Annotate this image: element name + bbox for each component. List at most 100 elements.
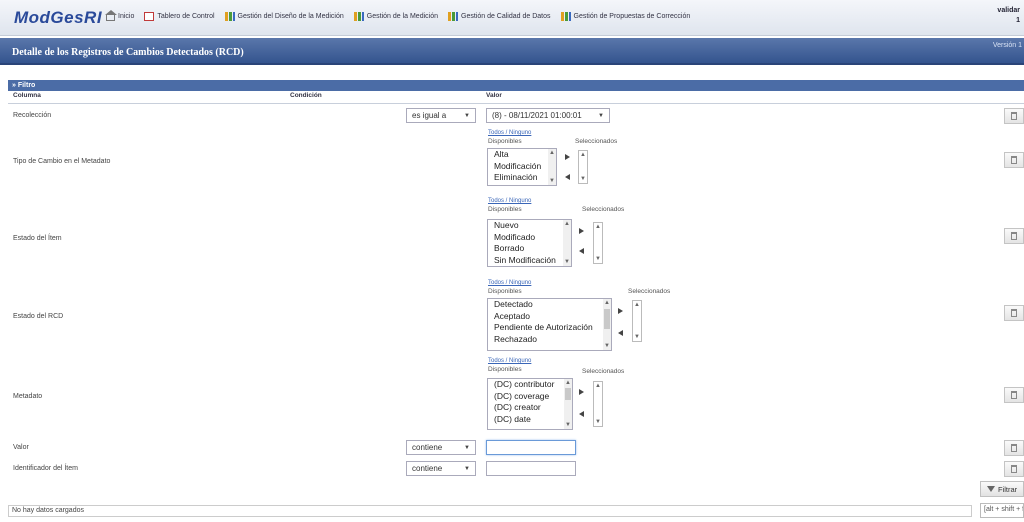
- available-label: Disponibles: [488, 206, 522, 213]
- clear-metadato-button[interactable]: [1004, 387, 1024, 403]
- move-left-button[interactable]: [576, 246, 586, 256]
- list-item[interactable]: (DC) creator: [488, 402, 572, 414]
- clear-valor-button[interactable]: [1004, 440, 1024, 456]
- username: validar: [997, 7, 1020, 14]
- identificador-input[interactable]: [486, 461, 576, 476]
- list-item[interactable]: (DC) date: [488, 414, 572, 426]
- scroll-down-icon[interactable]: ▼: [603, 342, 611, 350]
- column-header-columna: Columna: [13, 92, 41, 99]
- scrollbar[interactable]: ▲ ▼: [564, 379, 572, 429]
- scroll-up-icon[interactable]: ▲: [563, 220, 571, 228]
- nav-item-diseno[interactable]: Gestión del Diseño de la Medición: [224, 12, 344, 21]
- version-label: Versión 1: [992, 42, 1022, 49]
- scroll-down-icon[interactable]: ▼: [594, 419, 602, 425]
- scroll-down-icon[interactable]: ▼: [594, 256, 602, 262]
- select-all-none-link[interactable]: Todos / Ninguno: [488, 198, 531, 204]
- row-label-estado-item: Estado del Ítem: [13, 235, 62, 242]
- move-right-button[interactable]: [615, 306, 625, 316]
- scrollbar[interactable]: ▲ ▼: [603, 299, 611, 350]
- available-list-estado-item[interactable]: Nuevo Modificado Borrado Sin Modificació…: [487, 219, 572, 267]
- scroll-up-icon[interactable]: ▲: [594, 383, 602, 389]
- clear-estado-item-button[interactable]: [1004, 228, 1024, 244]
- valor-input[interactable]: [486, 440, 576, 455]
- scroll-down-icon[interactable]: ▼: [548, 177, 556, 185]
- select-all-none-link[interactable]: Todos / Ninguno: [488, 130, 531, 136]
- list-item[interactable]: Pendiente de Autorización: [488, 322, 611, 334]
- scrollbar[interactable]: ▲ ▼: [548, 149, 556, 185]
- nav-item-propuestas[interactable]: Gestión de Propuestas de Corrección: [560, 12, 690, 21]
- nav-item-tablero[interactable]: Tablero de Control: [144, 12, 215, 21]
- condition-select-valor[interactable]: contiene ▼: [406, 440, 476, 455]
- available-list-tipo-cambio[interactable]: Alta Modificación Eliminación ▲ ▼: [487, 148, 557, 186]
- list-item[interactable]: Detectado: [488, 299, 611, 311]
- trash-icon: [1011, 391, 1017, 399]
- move-right-button[interactable]: [576, 226, 586, 236]
- list-item[interactable]: Borrado: [488, 243, 571, 255]
- clear-recoleccion-button[interactable]: [1004, 108, 1024, 124]
- scroll-down-icon[interactable]: ▼: [563, 258, 571, 266]
- nav-item-calidad[interactable]: Gestión de Calidad de Datos: [448, 12, 551, 21]
- move-left-button[interactable]: [615, 328, 625, 338]
- column-header-valor: Valor: [486, 92, 502, 99]
- condition-select-identificador[interactable]: contiene ▼: [406, 461, 476, 476]
- page-title: Detalle de los Registros de Cambios Dete…: [12, 47, 244, 58]
- nav-item-label: Gestión de Calidad de Datos: [461, 13, 551, 20]
- filter-button[interactable]: Filtrar: [980, 481, 1024, 497]
- clear-identificador-button[interactable]: [1004, 461, 1024, 477]
- scroll-thumb[interactable]: [604, 309, 610, 329]
- select-all-none-link[interactable]: Todos / Ninguno: [488, 358, 531, 364]
- nav-item-inicio[interactable]: Inicio: [105, 10, 134, 21]
- nav-item-medicion[interactable]: Gestión de la Medición: [353, 12, 438, 21]
- top-navigation-bar: ModGesRI Inicio Tablero de Control Gesti…: [0, 0, 1024, 36]
- scroll-up-icon[interactable]: ▲: [564, 379, 572, 387]
- condition-select-recoleccion[interactable]: es igual a ▼: [406, 108, 476, 123]
- available-list-estado-rcd[interactable]: Detectado Aceptado Pendiente de Autoriza…: [487, 298, 612, 351]
- selected-list-estado-item[interactable]: ▲ ▼: [593, 222, 603, 264]
- chart-icon: [560, 12, 571, 21]
- move-right-button[interactable]: [562, 152, 572, 162]
- arrow-right-icon: [578, 228, 584, 234]
- scroll-down-icon[interactable]: ▼: [564, 421, 572, 429]
- user-info[interactable]: validar 1: [997, 6, 1020, 26]
- list-item[interactable]: (DC) contributor: [488, 379, 572, 391]
- scroll-down-icon[interactable]: ▼: [579, 176, 587, 182]
- move-left-button[interactable]: [562, 172, 572, 182]
- available-label: Disponibles: [488, 288, 522, 295]
- arrow-left-icon: [564, 174, 570, 180]
- move-left-button[interactable]: [576, 409, 586, 419]
- list-item[interactable]: (DC) coverage: [488, 391, 572, 403]
- move-right-button[interactable]: [576, 387, 586, 397]
- list-item[interactable]: Modificación: [488, 161, 556, 173]
- row-label-estado-rcd: Estado del RCD: [13, 313, 64, 320]
- scroll-up-icon[interactable]: ▲: [633, 302, 641, 308]
- available-list-metadato[interactable]: (DC) contributor (DC) coverage (DC) crea…: [487, 378, 573, 430]
- scrollbar[interactable]: ▲ ▼: [563, 220, 571, 266]
- list-item[interactable]: Rechazado: [488, 334, 611, 346]
- list-item[interactable]: Sin Modificación: [488, 255, 571, 267]
- arrow-right-icon: [564, 154, 570, 160]
- value-select-recoleccion[interactable]: (8) - 08/11/2021 01:00:01 ▼: [486, 108, 610, 123]
- selected-label: Seleccionados: [575, 138, 618, 145]
- clear-tipo-cambio-button[interactable]: [1004, 152, 1024, 168]
- list-item[interactable]: Eliminación: [488, 172, 556, 184]
- arrow-right-icon: [617, 308, 623, 314]
- list-item[interactable]: Aceptado: [488, 311, 611, 323]
- list-item[interactable]: Nuevo: [488, 220, 571, 232]
- list-item[interactable]: Alta: [488, 149, 556, 161]
- scroll-down-icon[interactable]: ▼: [633, 334, 641, 340]
- selected-list-metadato[interactable]: ▲ ▼: [593, 381, 603, 427]
- clear-estado-rcd-button[interactable]: [1004, 305, 1024, 321]
- scroll-up-icon[interactable]: ▲: [548, 149, 556, 157]
- list-item[interactable]: Modificado: [488, 232, 571, 244]
- scroll-thumb[interactable]: [565, 388, 571, 400]
- selected-label: Seleccionados: [582, 206, 625, 213]
- select-all-none-link[interactable]: Todos / Ninguno: [488, 280, 531, 286]
- scroll-up-icon[interactable]: ▲: [603, 299, 611, 307]
- filter-section-header[interactable]: » Filtro: [8, 80, 1024, 91]
- scroll-up-icon[interactable]: ▲: [594, 224, 602, 230]
- nav-item-label: Gestión del Diseño de la Medición: [237, 13, 344, 20]
- selected-list-estado-rcd[interactable]: ▲ ▼: [632, 300, 642, 342]
- selected-list-tipo-cambio[interactable]: ▲ ▼: [578, 150, 588, 184]
- app-logo[interactable]: ModGesRI: [14, 8, 102, 28]
- scroll-up-icon[interactable]: ▲: [579, 152, 587, 158]
